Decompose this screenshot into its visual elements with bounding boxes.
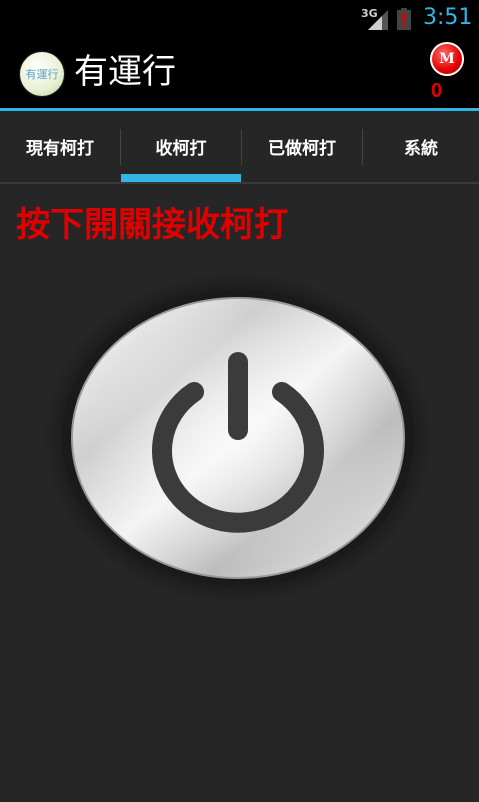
status-bar: 3G 3:51 [0, 0, 479, 38]
instruction-text: 按下開關接收柯打 [16, 205, 288, 245]
tab-current-orders[interactable]: 現有柯打 [0, 111, 120, 182]
badge-count: 0 [431, 80, 443, 102]
clock: 3:51 [423, 5, 473, 30]
app-logo: 有運行 [20, 52, 64, 96]
app-logo-text: 有運行 [25, 68, 59, 81]
power-icon [43, 272, 433, 604]
signal-icon [368, 10, 388, 30]
tab-selected-indicator [121, 174, 241, 182]
power-toggle-button[interactable] [40, 272, 440, 608]
tab-system[interactable]: 系統 [363, 111, 479, 182]
action-bar: 有運行 有運行 M 0 [0, 38, 479, 111]
tab-receive-orders[interactable]: 收柯打 [121, 111, 241, 182]
m-badge-letter: M [439, 51, 455, 67]
battery-alert-icon [397, 8, 411, 30]
tab-completed-orders[interactable]: 已做柯打 [242, 111, 362, 182]
m-badge-icon[interactable]: M [430, 42, 464, 76]
tab-bar: 現有柯打 收柯打 已做柯打 系統 [0, 111, 479, 184]
app-title: 有運行 [74, 52, 176, 92]
